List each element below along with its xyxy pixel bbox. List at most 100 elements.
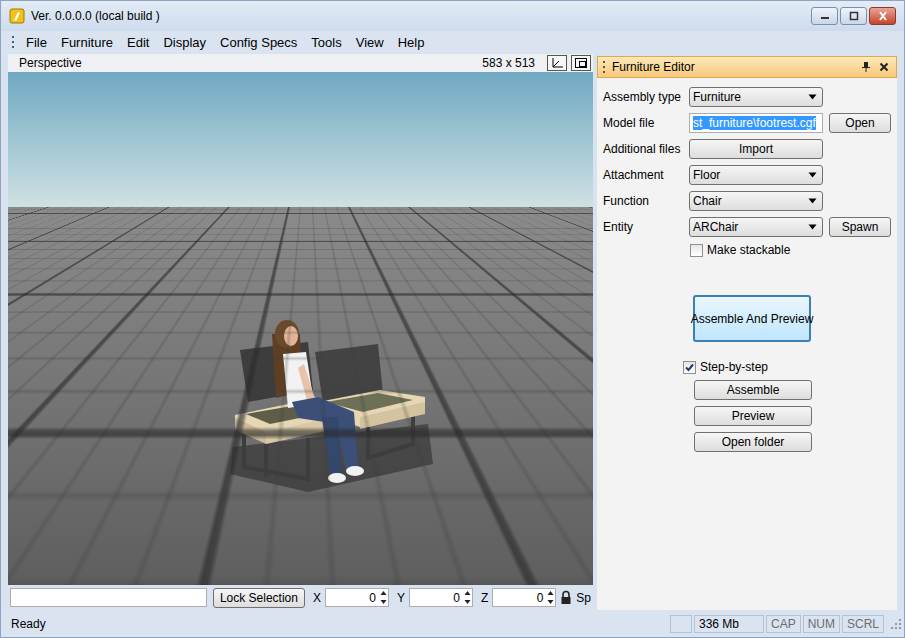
maximize-button[interactable] — [840, 7, 867, 25]
coordinate-value: 0 — [496, 591, 546, 605]
dropdown[interactable]: Furniture — [689, 87, 823, 107]
grip-icon — [11, 35, 15, 49]
menu-item[interactable]: Display — [156, 35, 213, 50]
coordinate-spinbox[interactable]: 0 — [409, 588, 473, 607]
axis-label: X — [313, 591, 321, 605]
axis-icon — [550, 57, 564, 69]
pin-icon[interactable] — [860, 61, 872, 73]
checkbox-label: Step-by-step — [700, 360, 768, 374]
memory-indicator: 336 Mb — [694, 615, 764, 633]
form-grid: Assembly type Furniture Model file st_furni… — [603, 87, 891, 237]
dropdown[interactable]: ARChair — [689, 217, 823, 237]
dropdown-arrow-icon — [808, 198, 817, 204]
dropdown-value: Furniture — [693, 90, 808, 104]
menu-item[interactable]: Tools — [304, 35, 348, 50]
viewport-size: 583 x 513 — [482, 56, 535, 70]
side-button[interactable]: Spawn — [829, 217, 891, 237]
menu-item[interactable]: Help — [391, 35, 432, 50]
dropdown-arrow-icon — [808, 94, 817, 100]
lock-icon[interactable] — [560, 590, 572, 605]
close-icon — [877, 11, 889, 21]
checkbox-label: Make stackable — [707, 243, 790, 257]
axis-button[interactable] — [547, 55, 567, 71]
maximize-icon — [848, 11, 860, 21]
resize-grip-icon[interactable] — [890, 618, 902, 630]
command-field[interactable] — [10, 588, 207, 607]
window-title: Ver. 0.0.0.0 (local build ) — [31, 9, 160, 23]
checkbox-box — [690, 244, 703, 257]
dropdown-value: Chair — [693, 194, 808, 208]
viewport-toolbar: Lock SelectionX0Y0Z0Sp — [8, 585, 593, 610]
stackable-checkbox[interactable]: Make stackable — [690, 243, 891, 257]
maximize-view-icon — [574, 57, 588, 69]
viewport-3d[interactable] — [8, 72, 593, 585]
coordinate-value: 0 — [413, 591, 463, 605]
key-indicator: CAP — [766, 615, 801, 633]
viewport-pane: Perspective583 x 513Lock SelectionX0Y0Z0… — [8, 54, 593, 610]
viewport-header: Perspective 583 x 513 — [8, 54, 593, 72]
menu-item[interactable]: Edit — [120, 35, 156, 50]
text-field[interactable]: st_furniture\footrest.cgf — [689, 113, 823, 133]
furniture-editor-panel: Furniture Editor Assembly type Furniture Mo… — [597, 56, 897, 610]
menu-item[interactable]: File — [19, 35, 54, 50]
panel-grip-icon — [602, 60, 606, 74]
scene-objects — [8, 72, 593, 585]
axis-label: Y — [397, 591, 405, 605]
dropdown[interactable]: Floor — [689, 165, 823, 185]
assemble-preview-button[interactable]: Assemble And Preview — [693, 295, 811, 342]
viewport-label: Perspective — [19, 56, 82, 70]
dropdown[interactable]: Chair — [689, 191, 823, 211]
field-label: Entity — [603, 220, 683, 234]
field-label: Additional files — [603, 142, 683, 156]
minimize-button[interactable] — [811, 7, 838, 25]
menu-item[interactable]: Config Specs — [213, 35, 304, 50]
status-pane — [670, 615, 692, 633]
minimize-icon — [819, 11, 831, 21]
status-bar: Ready 336 MbCAPNUMSCRL — [1, 610, 904, 637]
check-icon — [684, 362, 695, 373]
step-buttons: Assemble Preview Open folder — [694, 380, 812, 452]
spin-arrows-icon[interactable] — [463, 589, 472, 606]
character[interactable] — [272, 320, 364, 483]
close-panel-icon[interactable] — [878, 61, 890, 73]
spin-arrows-icon[interactable] — [379, 589, 388, 606]
dropdown-value: ARChair — [693, 220, 808, 234]
dropdown-arrow-icon — [808, 172, 817, 178]
workspace: Perspective583 x 513Lock SelectionX0Y0Z0… — [1, 53, 904, 610]
spin-arrows-icon[interactable] — [546, 589, 555, 606]
step-checkbox[interactable]: Step-by-step — [683, 360, 891, 374]
field-label: Attachment — [603, 168, 683, 182]
axis-label: Z — [481, 591, 488, 605]
key-indicator: NUM — [803, 615, 840, 633]
field-label: Assembly type — [603, 90, 683, 104]
editor-window: Ver. 0.0.0.0 (local build )FileFurniture… — [0, 0, 905, 638]
close-button[interactable] — [869, 7, 896, 25]
menu-item[interactable]: View — [349, 35, 391, 50]
key-indicator: SCRL — [842, 615, 884, 633]
field-button[interactable]: Import — [689, 139, 823, 159]
side-button[interactable]: Open — [829, 113, 891, 133]
step-button[interactable]: Preview — [694, 406, 812, 426]
panel-title: Furniture Editor — [612, 60, 854, 74]
panel-header: Furniture Editor — [597, 56, 897, 78]
coordinate-value: 0 — [329, 591, 379, 605]
status-text: Ready — [11, 617, 668, 631]
menu-bar: FileFurnitureEditDisplayConfig SpecsTool… — [1, 31, 904, 53]
title-bar: Ver. 0.0.0.0 (local build ) — [1, 1, 904, 31]
field-value: st_furniture\footrest.cgf — [693, 116, 816, 130]
sky — [8, 72, 593, 207]
panel-body: Assembly type Furniture Model file st_furni… — [597, 78, 897, 610]
window-controls — [811, 7, 896, 25]
step-button[interactable]: Assemble — [694, 380, 812, 400]
checkbox-box — [683, 361, 696, 374]
lock-selection-button[interactable]: Lock Selection — [213, 588, 305, 608]
field-label: Model file — [603, 116, 683, 130]
field-label: Function — [603, 194, 683, 208]
app-logo-icon — [9, 8, 25, 24]
menu-item[interactable]: Furniture — [54, 35, 120, 50]
maximize-viewport-button[interactable] — [571, 55, 591, 71]
coordinate-spinbox[interactable]: 0 — [492, 588, 556, 607]
step-button[interactable]: Open folder — [694, 432, 812, 452]
dropdown-arrow-icon — [808, 224, 817, 230]
coordinate-spinbox[interactable]: 0 — [325, 588, 389, 607]
